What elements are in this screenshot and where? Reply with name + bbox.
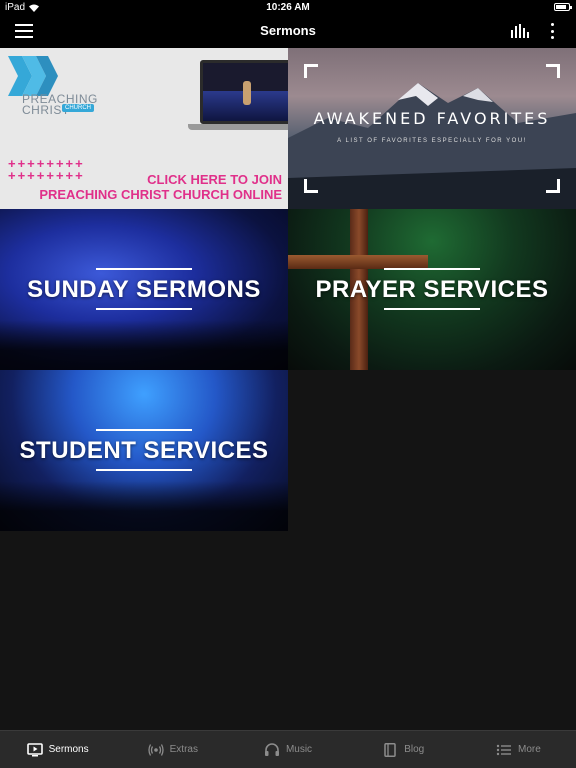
tab-music[interactable]: Music <box>230 731 345 768</box>
more-options-icon[interactable] <box>551 23 555 39</box>
tab-sermons[interactable]: Sermons <box>0 731 115 768</box>
frame-corner <box>546 179 560 193</box>
awakened-subtitle: A LIST OF FAVORITES ESPECIALLY FOR YOU! <box>337 138 527 144</box>
tab-bar: Sermons Extras Music Blog More <box>0 730 576 768</box>
tv-play-icon <box>26 742 43 756</box>
crowd-silhouette <box>0 320 288 370</box>
label-rule-bottom <box>96 469 192 471</box>
tile-prayer-services[interactable]: PRAYER SERVICES <box>288 209 576 370</box>
book-icon <box>384 742 396 757</box>
label-rule-top <box>384 268 480 270</box>
awakened-title: AWAKENED FAVORITES <box>313 109 551 128</box>
tile-label: PRAYER SERVICES <box>315 275 549 303</box>
page-title: Sermons <box>260 23 316 38</box>
cross-beam <box>288 255 428 269</box>
tab-extras[interactable]: Extras <box>115 731 230 768</box>
battery-fill <box>556 5 567 9</box>
label-rule-top <box>96 268 192 270</box>
tile-sunday-sermons[interactable]: SUNDAY SERMONS <box>0 209 288 370</box>
app-header: Sermons <box>0 14 576 48</box>
laptop-image <box>188 60 288 134</box>
crowd-silhouette <box>0 481 288 531</box>
tile-preaching-christ[interactable]: PREACHING CHRIST CHURCH ++++++++ +++++++… <box>0 48 288 209</box>
frame-corner <box>546 64 560 78</box>
audio-bars-icon[interactable] <box>511 24 529 38</box>
chevrons-logo-icon <box>8 56 58 96</box>
status-bar: iPad 10:26 AM <box>0 0 576 14</box>
cta-line1: CLICK HERE TO JOIN <box>147 172 282 187</box>
headphones-icon <box>264 742 279 756</box>
battery-icon <box>554 3 572 11</box>
tab-more[interactable]: More <box>461 731 576 768</box>
tile-awakened-favorites[interactable]: AWAKENED FAVORITES A LIST OF FAVORITES E… <box>288 48 576 209</box>
broadcast-icon <box>147 743 164 756</box>
plus-pattern: ++++++++ ++++++++ <box>8 156 85 183</box>
tile-label: STUDENT SERVICES <box>19 436 269 464</box>
tab-label: Music <box>285 744 313 755</box>
list-icon <box>496 744 512 755</box>
label-rule-bottom <box>96 308 192 310</box>
tab-label: More <box>518 744 541 755</box>
frame-corner <box>304 179 318 193</box>
tab-blog[interactable]: Blog <box>346 731 461 768</box>
logo-badge: CHURCH <box>62 104 94 112</box>
status-time: 10:26 AM <box>266 2 310 13</box>
tab-label: Sermons <box>48 744 89 755</box>
label-rule-bottom <box>384 308 480 310</box>
tab-label: Extras <box>169 744 198 755</box>
tile-student-services[interactable]: STUDENT SERVICES <box>0 370 288 531</box>
cta-line2: PREACHING CHRIST CHURCH ONLINE <box>39 187 282 202</box>
frame-corner <box>304 64 318 78</box>
tile-label: SUNDAY SERMONS <box>27 275 261 303</box>
tab-label: Blog <box>404 744 425 755</box>
label-rule-top <box>96 429 192 431</box>
